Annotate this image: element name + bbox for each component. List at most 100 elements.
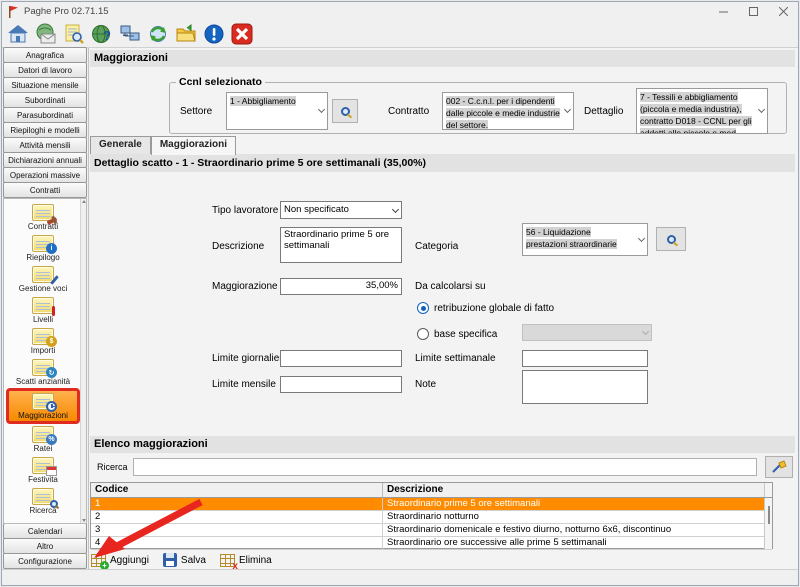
- chevron-down-icon: [564, 106, 571, 113]
- maggiorazione-input[interactable]: 35,00%: [280, 278, 402, 295]
- limite-giornaliero-input[interactable]: [280, 350, 402, 367]
- table-scrollbar[interactable]: [764, 498, 772, 548]
- page-title: Maggiorazioni: [90, 50, 795, 67]
- table-row[interactable]: 2 Straordinario notturno: [91, 511, 772, 524]
- table-row[interactable]: 3 Straordinario domenicale e festivo diu…: [91, 524, 772, 537]
- table-header-row: Codice Descrizione: [91, 483, 772, 498]
- column-header-codice[interactable]: Codice: [91, 483, 383, 497]
- tab-maggiorazioni[interactable]: Maggiorazioni: [151, 136, 236, 155]
- limite-mensile-label: Limite mensile: [212, 379, 276, 390]
- search-icon: [341, 107, 350, 116]
- sidebar-section-calendari[interactable]: Calendari: [3, 523, 87, 539]
- note-textarea[interactable]: [522, 370, 648, 404]
- minimize-button[interactable]: [708, 2, 738, 21]
- tipo-lavoratore-select[interactable]: Non specificato: [280, 201, 402, 219]
- export-folder-icon[interactable]: [174, 22, 198, 46]
- settore-combobox[interactable]: 1 - Abbigliamento: [226, 92, 328, 130]
- aggiungi-button[interactable]: + Aggiungi: [91, 554, 149, 567]
- sidebar-item-ricerca[interactable]: Ricerca: [6, 486, 80, 517]
- info-badge-icon: i: [46, 243, 57, 254]
- maggiorazioni-table: Codice Descrizione 1 Straordinario prime…: [90, 482, 773, 549]
- contratto-label: Contratto: [388, 106, 436, 117]
- accruals-notepad-icon: %: [32, 426, 54, 443]
- sidebar-item-maggiorazioni[interactable]: Maggiorazioni: [6, 388, 80, 424]
- ccnl-legend: Ccnl selezionato: [176, 76, 265, 88]
- limite-settimanale-label: Limite settimanale: [415, 353, 496, 364]
- sidebar-section-altro[interactable]: Altro: [3, 538, 87, 554]
- table-row[interactable]: 1 Straordinario prime 5 ore settimanali: [91, 498, 772, 511]
- surcharges-notepad-icon: [32, 393, 54, 410]
- detail-tabs: Generale Maggiorazioni: [90, 136, 236, 155]
- salva-button[interactable]: Salva: [163, 553, 206, 567]
- window-title: Paghe Pro 02.71.15: [24, 6, 109, 17]
- sidebar-item-riepilogo[interactable]: i Riepilogo: [6, 233, 80, 264]
- sidebar-section-datori-di-lavoro[interactable]: Datori di lavoro: [3, 62, 87, 78]
- percent-icon: %: [46, 434, 57, 445]
- base-specifica-combobox-disabled: [522, 324, 652, 341]
- sidebar-item-scatti-anzianita[interactable]: ↻ Scatti anzianità: [6, 357, 80, 388]
- sidebar-section-attivita-mensili[interactable]: Attività mensili: [3, 137, 87, 153]
- action-toolbar: + Aggiungi Salva x Elimina: [91, 553, 272, 567]
- tab-generale[interactable]: Generale: [90, 136, 151, 154]
- sync-globe-icon[interactable]: [146, 22, 170, 46]
- sidebar-section-configurazione[interactable]: Configurazione: [3, 553, 87, 569]
- sidebar-item-gestione-voci[interactable]: Gestione voci: [6, 264, 80, 295]
- chevron-down-icon: [758, 106, 765, 113]
- sidebar-item-livelli[interactable]: Livelli: [6, 295, 80, 326]
- sidebar-item-contratti[interactable]: Contratti: [6, 202, 80, 233]
- search-notepad-icon: [32, 488, 54, 505]
- sidebar-item-festivita[interactable]: Festivita: [6, 455, 80, 486]
- maximize-button[interactable]: [738, 2, 768, 21]
- sidebar-section-parasubordinati[interactable]: Parasubordinati: [3, 107, 87, 123]
- sidebar-item-ratei[interactable]: % Ratei: [6, 424, 80, 455]
- limite-mensile-input[interactable]: [280, 376, 402, 393]
- levels-notepad-icon: [32, 297, 54, 314]
- limite-settimanale-input[interactable]: [522, 350, 648, 367]
- network-icon[interactable]: [118, 22, 142, 46]
- categoria-search-button[interactable]: [656, 227, 686, 251]
- sidebar-item-importi[interactable]: $ Importi: [6, 326, 80, 357]
- elimina-button[interactable]: x Elimina: [220, 554, 272, 567]
- money-icon: $: [46, 336, 57, 347]
- title-bar: Paghe Pro 02.71.15: [2, 2, 798, 21]
- descrizione-label: Descrizione: [212, 241, 264, 252]
- clear-search-button[interactable]: [765, 456, 793, 478]
- categoria-label: Categoria: [415, 241, 458, 252]
- help-globe-icon[interactable]: ?: [90, 22, 114, 46]
- info-icon[interactable]: [202, 22, 226, 46]
- search-icon: [667, 235, 676, 244]
- table-scrollbar-top: [764, 483, 772, 497]
- column-header-descrizione[interactable]: Descrizione: [383, 483, 764, 497]
- settore-search-button[interactable]: [332, 99, 358, 123]
- sidebar-section-operazioni-massive[interactable]: Operazioni massive: [3, 167, 87, 183]
- ricerca-input[interactable]: [133, 458, 757, 476]
- sidebar-section-contratti[interactable]: Contratti: [3, 182, 87, 198]
- svg-text:?: ?: [103, 28, 111, 43]
- broom-icon: [771, 460, 787, 474]
- items-notepad-icon: [32, 266, 54, 283]
- sidebar-section-subordinati[interactable]: Subordinati: [3, 92, 87, 108]
- radio-icon: [417, 302, 429, 314]
- detail-header: Dettaglio scatto - 1 - Straordinario pri…: [90, 154, 795, 172]
- globe-mail-icon[interactable]: [34, 22, 58, 46]
- search-document-icon[interactable]: [62, 22, 86, 46]
- radio-retribuzione-globale[interactable]: retribuzione globale di fatto: [417, 302, 554, 314]
- sidebar-section-situazione-mensile[interactable]: Situazione mensile: [3, 77, 87, 93]
- clock-icon: [46, 401, 57, 412]
- app-window: Paghe Pro 02.71.15 ?: [1, 1, 799, 586]
- table-row[interactable]: 4 Straordinario ore successive alle prim…: [91, 537, 772, 550]
- descrizione-textarea[interactable]: Straordinario prime 5 ore settimanali: [280, 227, 402, 263]
- sidebar-section-riepiloghi-e-modelli[interactable]: Riepiloghi e modelli: [3, 122, 87, 138]
- radio-base-specifica[interactable]: base specifica: [417, 328, 497, 340]
- calendar-icon: [46, 466, 57, 476]
- refresh-icon: ↻: [46, 367, 57, 378]
- sidebar-scrollbar[interactable]: [80, 199, 86, 523]
- sidebar-section-anagrafica[interactable]: Anagrafica: [3, 47, 87, 63]
- close-button[interactable]: [768, 2, 798, 21]
- contratto-combobox[interactable]: 002 - C.c.n.l. per i dipendenti dalle pi…: [442, 92, 574, 130]
- sidebar-section-dichiarazioni-annuali[interactable]: Dichiarazioni annuali: [3, 152, 87, 168]
- dettaglio-combobox[interactable]: 7 - Tessili e abbigliamento (piccola e m…: [636, 88, 768, 134]
- exit-icon[interactable]: [230, 22, 254, 46]
- home-icon[interactable]: [6, 22, 30, 46]
- categoria-combobox[interactable]: 56 - Liquidazione prestazioni straordina…: [522, 223, 648, 256]
